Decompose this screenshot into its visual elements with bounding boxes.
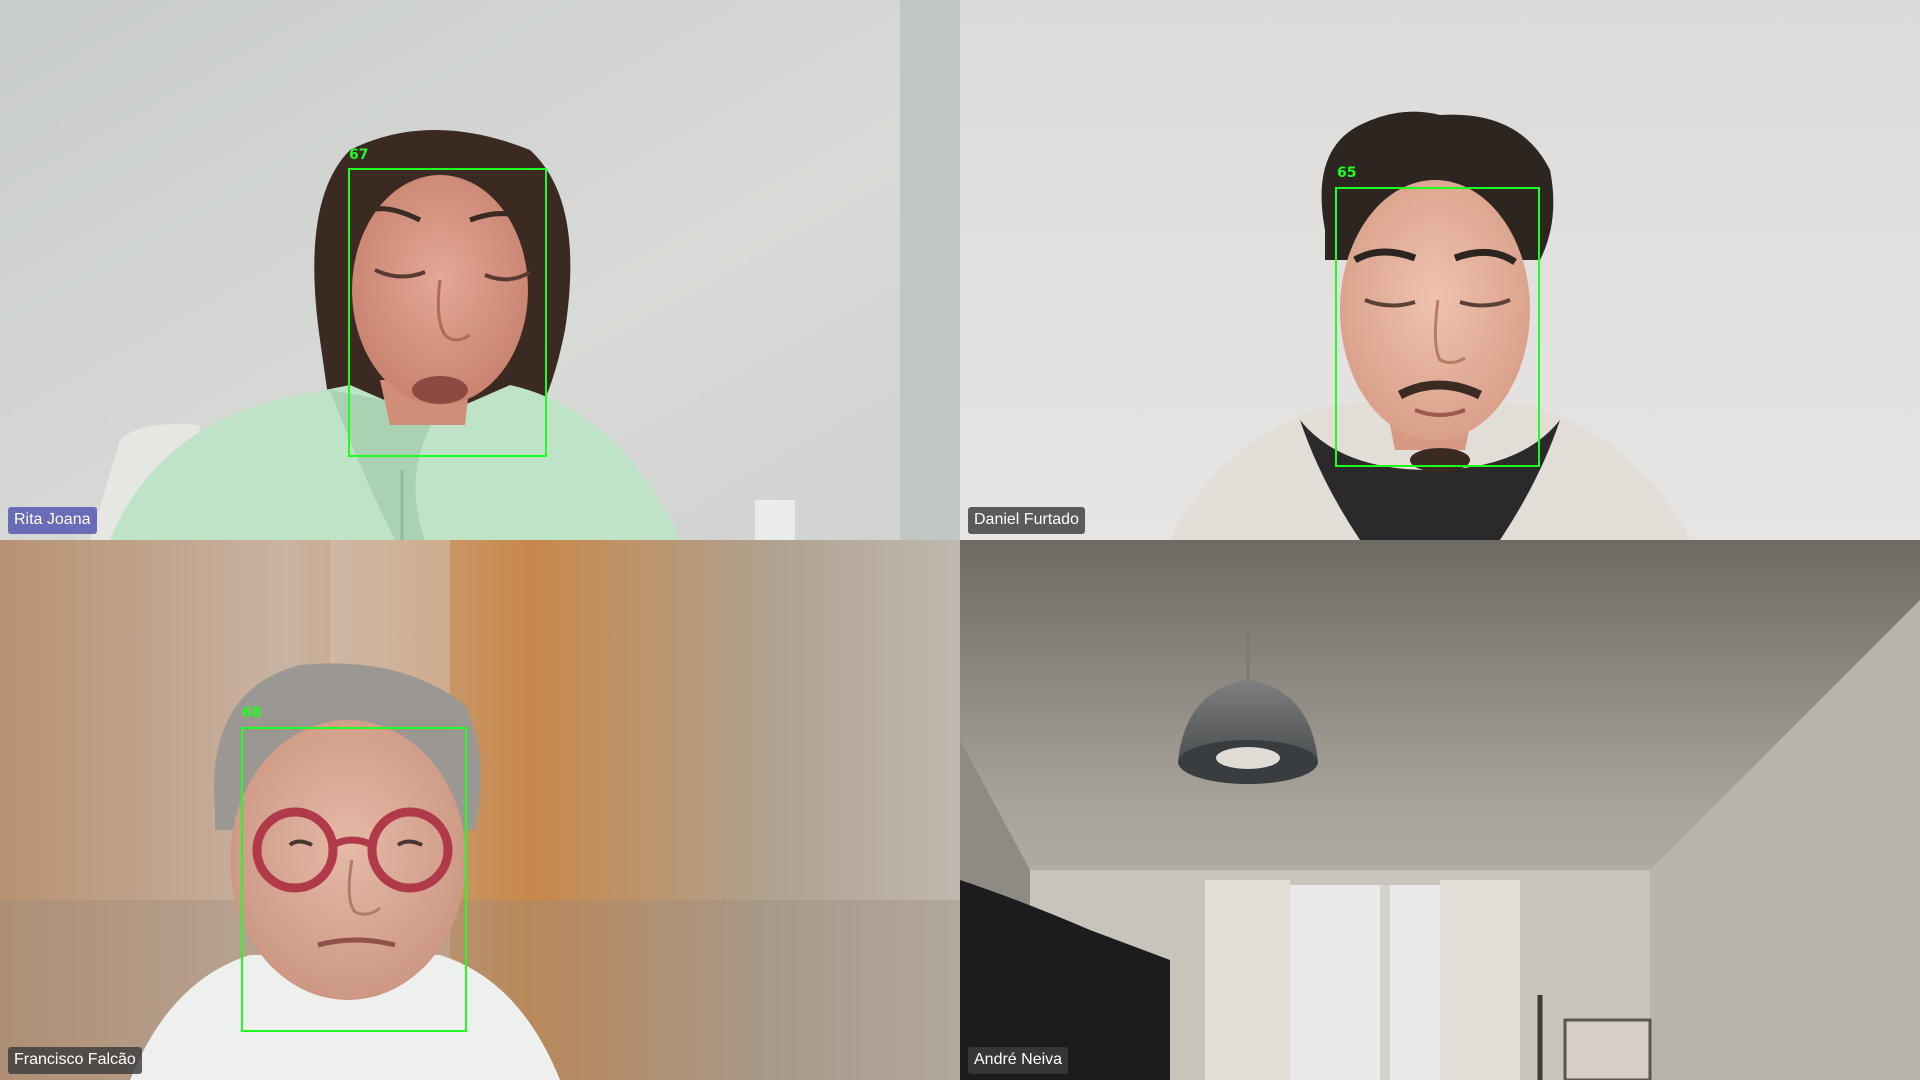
participant-tile-rita-joana[interactable]: 67 Rita Joana [0,0,960,540]
face-confidence-score: 67 [349,147,369,163]
face-detection-box [1335,187,1540,467]
participant-name-tag: Daniel Furtado [968,507,1085,534]
face-confidence-score: 68 [242,705,262,721]
participant-tile-andre-neiva[interactable]: André Neiva [960,540,1920,1080]
participant-tile-francisco-falcao[interactable]: 68 Francisco Falcão [0,540,960,1080]
participant-name-tag: André Neiva [968,1047,1069,1074]
participant-name-tag: Rita Joana [8,507,97,534]
face-detection-box [241,727,467,1032]
participant-video [0,540,960,1080]
participant-tile-daniel-furtado[interactable]: 65 Daniel Furtado [960,0,1920,540]
face-detection-box [348,168,547,457]
face-confidence-score: 65 [1337,165,1357,181]
video-gallery-grid: 67 Rita Joana 65 Daniel Furtado 68 Franc… [0,0,1920,1080]
participant-video [960,540,1920,1080]
participant-name-tag: Francisco Falcão [8,1047,142,1074]
